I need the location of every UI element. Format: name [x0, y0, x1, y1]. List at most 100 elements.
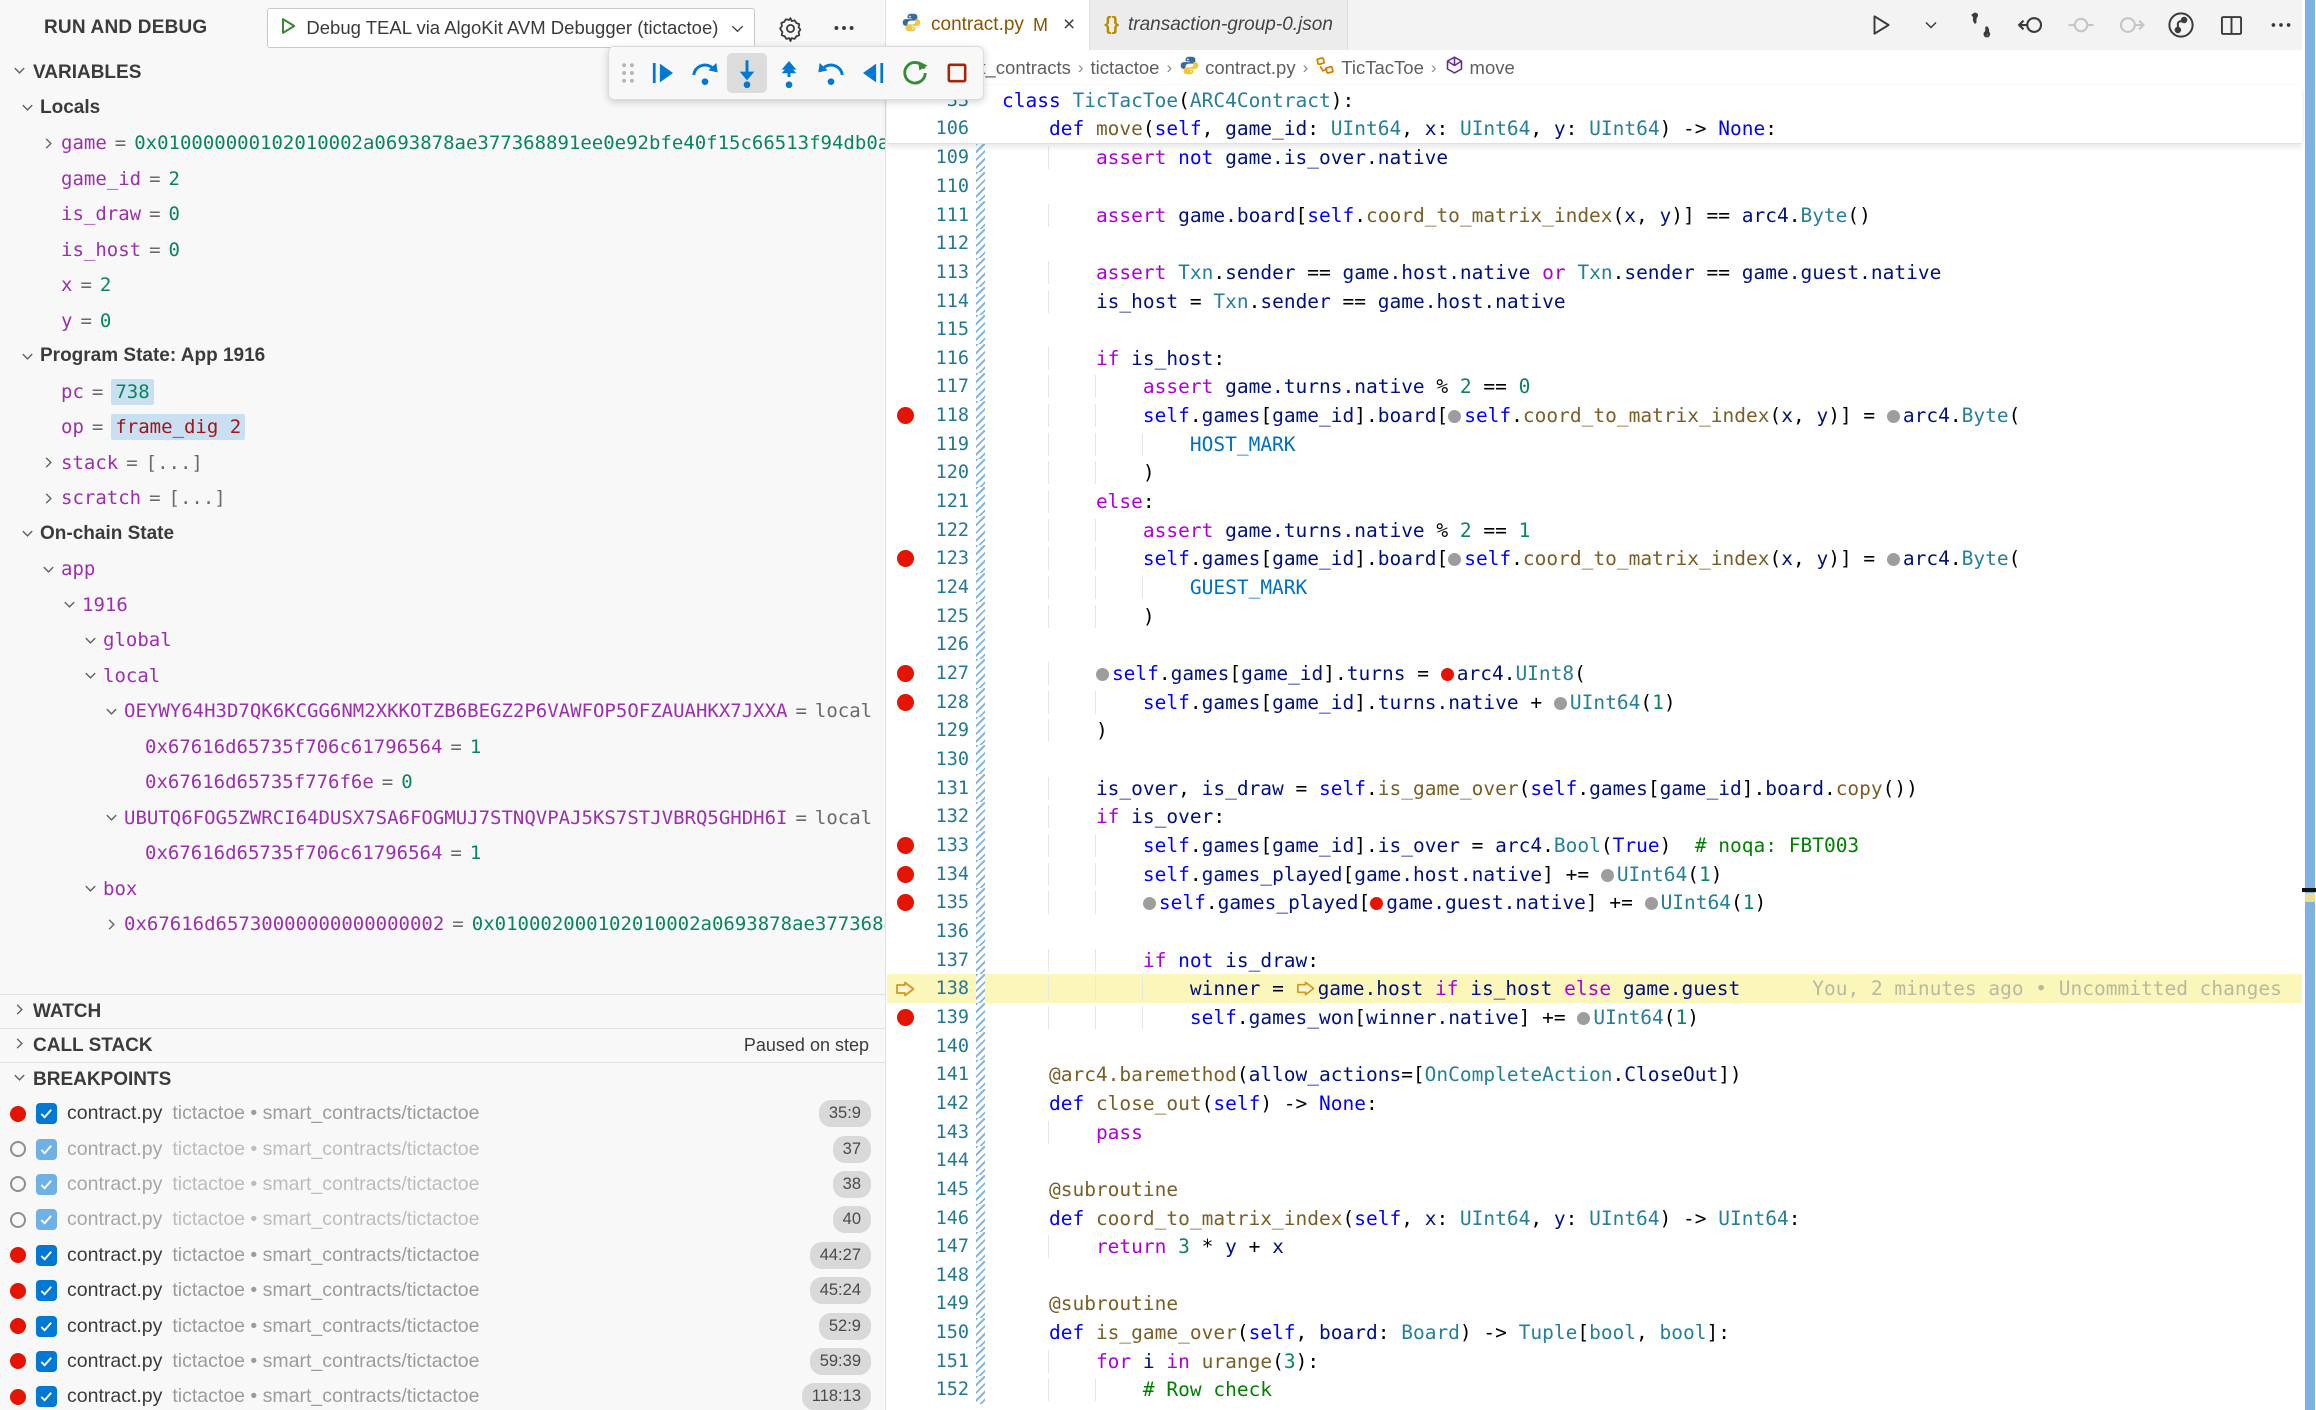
breakpoint-candidate-icon[interactable]: [1448, 553, 1461, 566]
stop-icon[interactable]: [937, 53, 977, 93]
code-line-134[interactable]: 134 self.games_played[game.host.native] …: [887, 860, 2302, 889]
breakpoint-icon[interactable]: [891, 894, 919, 911]
chevron-right-icon[interactable]: [35, 455, 61, 470]
breakpoint-row[interactable]: contract.pytictactoe • smart_contracts/t…: [0, 1379, 885, 1410]
chevron-right-icon[interactable]: [35, 491, 61, 506]
breakpoint-row[interactable]: contract.pytictactoe • smart_contracts/t…: [0, 1131, 885, 1166]
chevron-down-icon[interactable]: [14, 100, 40, 115]
breakpoint-candidate-icon[interactable]: [1887, 553, 1900, 566]
split-editor-icon[interactable]: [2216, 10, 2246, 40]
more-icon[interactable]: [2266, 10, 2296, 40]
breakpoint-checkbox[interactable]: [36, 1280, 57, 1301]
reverse-continue-icon[interactable]: [853, 53, 893, 93]
breakpoint-candidate-icon[interactable]: [1887, 410, 1900, 423]
chevron-down-icon[interactable]: [35, 562, 61, 577]
code-line-106[interactable]: 106 def move(self, game_id: UInt64, x: U…: [887, 115, 2302, 144]
step-over-icon[interactable]: [685, 53, 725, 93]
breakpoint-row[interactable]: contract.pytictactoe • smart_contracts/t…: [0, 1238, 885, 1273]
breakpoint-candidate-icon[interactable]: [1448, 410, 1461, 423]
chevron-down-icon[interactable]: [98, 810, 124, 825]
variable-op[interactable]: op=frame_dig 2: [0, 410, 885, 446]
variable-game[interactable]: game=0x010000000102010002a0693878ae37736…: [0, 126, 885, 162]
step-out-icon[interactable]: [769, 53, 809, 93]
code-line-149[interactable]: 149 @subroutine: [887, 1290, 2302, 1319]
code-line-138-current[interactable]: 138 winner = game.host if is_host else g…: [887, 974, 2302, 1003]
breadcrumb-item-tictactoe[interactable]: tictactoe: [1091, 57, 1160, 79]
code-line-139[interactable]: 139 self.games_won[winner.native] += UIn…: [887, 1003, 2302, 1032]
breakpoint-row[interactable]: contract.pytictactoe • smart_contracts/t…: [0, 1096, 885, 1131]
chevron-down-icon[interactable]: [98, 704, 124, 719]
code-line-113[interactable]: 113 assert Txn.sender == game.host.nativ…: [887, 258, 2302, 287]
tab-contract.py[interactable]: contract.pyM×: [887, 0, 1090, 50]
code-line-114[interactable]: 114 is_host = Txn.sender == game.host.na…: [887, 287, 2302, 316]
breakpoints-section-header[interactable]: BREAKPOINTS: [0, 1062, 885, 1096]
code-line-129[interactable]: 129 ): [887, 717, 2302, 746]
circle-forward-icon[interactable]: [2116, 10, 2146, 40]
code-line-140[interactable]: 140: [887, 1032, 2302, 1061]
chevron-down-icon[interactable]: [77, 881, 103, 896]
variable-is_draw[interactable]: is_draw=0: [0, 197, 885, 233]
breakpoint-row[interactable]: contract.pytictactoe • smart_contracts/t…: [0, 1308, 885, 1343]
scope-On-chain State[interactable]: On-chain State: [0, 516, 885, 552]
breakpoint-candidate-icon[interactable]: [1096, 668, 1109, 681]
code-line-109[interactable]: 109 assert not game.is_over.native: [887, 143, 2302, 172]
gear-icon[interactable]: [773, 11, 807, 45]
sync-icon[interactable]: [1966, 10, 1996, 40]
code-line-132[interactable]: 132 if is_over:: [887, 802, 2302, 831]
continue-icon[interactable]: [643, 53, 683, 93]
variable-stack[interactable]: stack=[...]: [0, 445, 885, 481]
chevron-down-icon[interactable]: [14, 526, 40, 541]
code-line-135[interactable]: 135 self.games_played[game.guest.native]…: [887, 888, 2302, 917]
step-back-icon[interactable]: [811, 53, 851, 93]
breakpoint-icon[interactable]: [891, 665, 919, 682]
launch-config-dropdown[interactable]: Debug TEAL via AlgoKit AVM Debugger (tic…: [267, 8, 755, 48]
code-line-120[interactable]: 120 ): [887, 459, 2302, 488]
code-line-130[interactable]: 130: [887, 745, 2302, 774]
code-line-116[interactable]: 116 if is_host:: [887, 344, 2302, 373]
variable-scratch[interactable]: scratch=[...]: [0, 481, 885, 517]
breakpoint-candidate-icon[interactable]: [1645, 897, 1658, 910]
code-line-123[interactable]: 123 self.games[game_id].board[self.coord…: [887, 545, 2302, 574]
variable-0x67616d65735f706c61796564[interactable]: 0x67616d65735f706c61796564=1: [0, 729, 885, 765]
inline-breakpoint-icon[interactable]: [1370, 897, 1383, 910]
tab-transaction-group-0.json[interactable]: {}transaction-group-0.json: [1090, 0, 1348, 50]
more-actions-icon[interactable]: [827, 11, 861, 45]
breadcrumb-item-contract.py[interactable]: contract.py: [1179, 55, 1296, 81]
code-line-121[interactable]: 121 else:: [887, 487, 2302, 516]
code-line-33[interactable]: 33class TicTacToe(ARC4Contract):: [887, 86, 2302, 115]
breakpoint-candidate-icon[interactable]: [1577, 1012, 1590, 1025]
drag-handle-icon[interactable]: [615, 53, 641, 93]
code-line-110[interactable]: 110: [887, 172, 2302, 201]
chevron-down-icon[interactable]: [77, 668, 103, 683]
code-area[interactable]: 109 assert not game.is_over.native110111…: [887, 143, 2302, 1410]
variable-pc[interactable]: pc=738: [0, 374, 885, 410]
breakpoint-checkbox[interactable]: [36, 1316, 57, 1337]
variable-x[interactable]: x=2: [0, 268, 885, 304]
variable-app[interactable]: app: [0, 552, 885, 588]
watch-section-header[interactable]: WATCH: [0, 994, 885, 1028]
code-line-141[interactable]: 141 @arc4.baremethod(allow_actions=[OnCo…: [887, 1060, 2302, 1089]
code-line-111[interactable]: 111 assert game.board[self.coord_to_matr…: [887, 201, 2302, 230]
breakpoint-candidate-icon[interactable]: [1143, 897, 1156, 910]
breakpoint-icon[interactable]: [891, 866, 919, 883]
variable-game_id[interactable]: game_id=2: [0, 161, 885, 197]
variable-box[interactable]: box: [0, 871, 885, 907]
breakpoint-row[interactable]: contract.pytictactoe • smart_contracts/t…: [0, 1202, 885, 1237]
variable-0x67616d65730000000000000002[interactable]: 0x67616d65730000000000000002=0x010002000…: [0, 907, 885, 943]
variable-is_host[interactable]: is_host=0: [0, 232, 885, 268]
breakpoint-row[interactable]: contract.pytictactoe • smart_contracts/t…: [0, 1344, 885, 1379]
chevron-right-icon[interactable]: [98, 917, 124, 932]
breakpoint-checkbox[interactable]: [36, 1103, 57, 1124]
code-line-151[interactable]: 151 for i in urange(3):: [887, 1347, 2302, 1376]
code-line-122[interactable]: 122 assert game.turns.native % 2 == 1: [887, 516, 2302, 545]
breakpoint-candidate-icon[interactable]: [1554, 697, 1567, 710]
code-line-131[interactable]: 131 is_over, is_draw = self.is_game_over…: [887, 774, 2302, 803]
breakpoint-checkbox[interactable]: [36, 1386, 57, 1407]
code-line-124[interactable]: 124 GUEST_MARK: [887, 573, 2302, 602]
breakpoint-checkbox[interactable]: [36, 1209, 57, 1230]
variable-OEYWY64H3D7QK6KCGG6NM2XKKOTZB6BEGZ2P6VAWFOP5OFZAUAHKX7JXXA[interactable]: OEYWY64H3D7QK6KCGG6NM2XKKOTZB6BEGZ2P6VAW…: [0, 694, 885, 730]
current-line-arrow-icon[interactable]: [891, 980, 919, 998]
breakpoint-icon[interactable]: [891, 694, 919, 711]
breakpoint-checkbox[interactable]: [36, 1351, 57, 1372]
code-line-125[interactable]: 125 ): [887, 602, 2302, 631]
